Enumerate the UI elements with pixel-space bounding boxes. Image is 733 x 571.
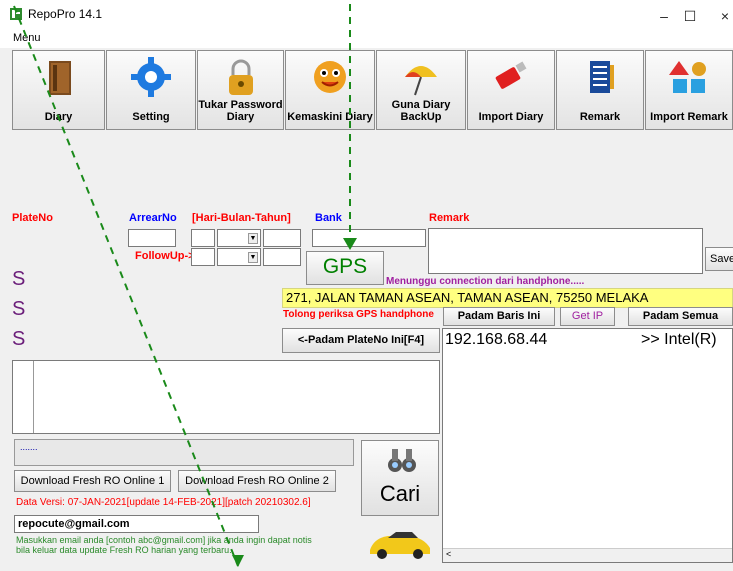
binoculars-icon xyxy=(388,449,416,472)
smiley-icon xyxy=(314,61,346,93)
diary-button[interactable]: Diary xyxy=(12,50,105,130)
maximize-button[interactable]: ☐ xyxy=(670,4,710,28)
gps-button[interactable]: GPS xyxy=(306,251,384,285)
window-title: RepoPro 14.1 xyxy=(28,7,103,21)
close-button[interactable]: × xyxy=(705,4,733,28)
s-marker-3: S xyxy=(12,328,26,350)
tukar-password-button[interactable]: Tukar Password Diary xyxy=(197,50,284,130)
guna-diary-backup-button[interactable]: Guna Diary BackUp xyxy=(376,50,466,130)
day-input[interactable] xyxy=(191,229,215,247)
data-list-panel[interactable] xyxy=(12,360,440,434)
app-icon xyxy=(10,8,22,20)
kemaskini-diary-button[interactable]: Kemaskini Diary xyxy=(285,50,375,130)
padam-semua-button[interactable]: Padam Semua xyxy=(628,307,733,326)
get-ip-button[interactable]: Get IP xyxy=(560,307,615,326)
bank-label: Bank xyxy=(315,212,342,224)
date-format-label: [Hari-Bulan-Tahun] xyxy=(192,212,291,224)
download-online-2-button[interactable]: Download Fresh RO Online 2 xyxy=(178,470,336,492)
book-icon xyxy=(48,61,71,95)
import-remark-label: Import Remark xyxy=(650,111,728,123)
ip-address-item[interactable]: 192.168.68.44 xyxy=(445,331,547,349)
ip-listbox[interactable]: 192.168.68.44 >> Intel(R) < xyxy=(442,328,733,563)
horizontal-scrollbar[interactable]: < xyxy=(443,548,732,562)
setting-button[interactable]: Setting xyxy=(106,50,196,130)
padlock-icon xyxy=(228,59,253,95)
chevron-down-icon: ▼ xyxy=(248,233,258,244)
plateno-label: PlateNo xyxy=(12,212,53,224)
menu-bar xyxy=(0,30,733,48)
save-button[interactable]: Save xyxy=(705,247,733,271)
scroll-left-icon[interactable]: < xyxy=(446,549,451,559)
followup-month-select[interactable]: ▼ xyxy=(217,248,261,266)
followup-day-input[interactable] xyxy=(191,248,215,266)
bank-input[interactable] xyxy=(312,229,426,247)
data-version-text: Data Versi: 07-JAN-2021[update 14-FEB-20… xyxy=(16,497,311,508)
shapes-icon xyxy=(669,61,706,93)
s-marker-1: S xyxy=(12,268,26,290)
import-diary-label: Import Diary xyxy=(478,111,544,123)
chevron-down-icon: ▼ xyxy=(248,252,258,263)
gps-address-field: 271, JALAN TAMAN ASEAN, TAMAN ASEAN, 752… xyxy=(282,288,733,308)
car-image xyxy=(366,526,434,560)
check-gps-text: Tolong periksa GPS handphone xyxy=(283,309,434,320)
followup-year-input[interactable] xyxy=(263,248,301,266)
umbrella-icon xyxy=(405,66,437,96)
title-bar xyxy=(0,0,733,30)
cari-label: Cari xyxy=(379,481,421,506)
usb-drive-icon xyxy=(495,61,527,89)
setting-label: Setting xyxy=(132,111,170,123)
email-hint-text: Masukkan email anda [contoh abc@gmail.co… xyxy=(16,535,312,555)
status-box: ....... xyxy=(14,439,354,466)
tukar-password-label: Tukar Password Diary xyxy=(198,99,283,123)
month-select[interactable]: ▼ xyxy=(217,229,261,247)
remark-button[interactable]: Remark xyxy=(556,50,644,130)
annotation-arrowhead-1 xyxy=(232,555,244,567)
remark-label: Remark xyxy=(579,111,621,123)
device-name-item[interactable]: >> Intel(R) xyxy=(641,331,717,349)
padam-plateno-button[interactable]: <-Padam PlateNo Ini[F4] xyxy=(282,328,440,353)
menu-item-menu[interactable]: Menu xyxy=(13,32,41,44)
arrearno-label: ArrearNo xyxy=(129,212,177,224)
remark-textarea[interactable] xyxy=(428,228,703,274)
status-text: ....... xyxy=(20,442,38,452)
email-field[interactable]: repocute@gmail.com xyxy=(14,515,259,533)
diary-label: Diary xyxy=(44,111,73,123)
import-remark-button[interactable]: Import Remark xyxy=(645,50,733,130)
s-marker-2: S xyxy=(12,298,26,320)
gear-icon xyxy=(131,57,171,97)
download-online-1-button[interactable]: Download Fresh RO Online 1 xyxy=(14,470,171,492)
guna-diary-backup-label: Guna Diary BackUp xyxy=(391,99,451,123)
arrearno-input[interactable] xyxy=(128,229,176,247)
kemaskini-diary-label: Kemaskini Diary xyxy=(287,111,373,123)
year-input[interactable] xyxy=(263,229,301,247)
waiting-status: Menunggu connection dari handphone..... xyxy=(386,276,585,287)
remark-field-label: Remark xyxy=(429,212,470,224)
followup-label: FollowUp-> xyxy=(135,250,195,262)
padam-baris-button[interactable]: Padam Baris Ini xyxy=(443,307,555,326)
notepad-icon xyxy=(590,61,614,93)
import-diary-button[interactable]: Import Diary xyxy=(467,50,555,130)
cari-button[interactable]: Cari xyxy=(361,440,439,516)
list-column-divider xyxy=(33,361,34,433)
